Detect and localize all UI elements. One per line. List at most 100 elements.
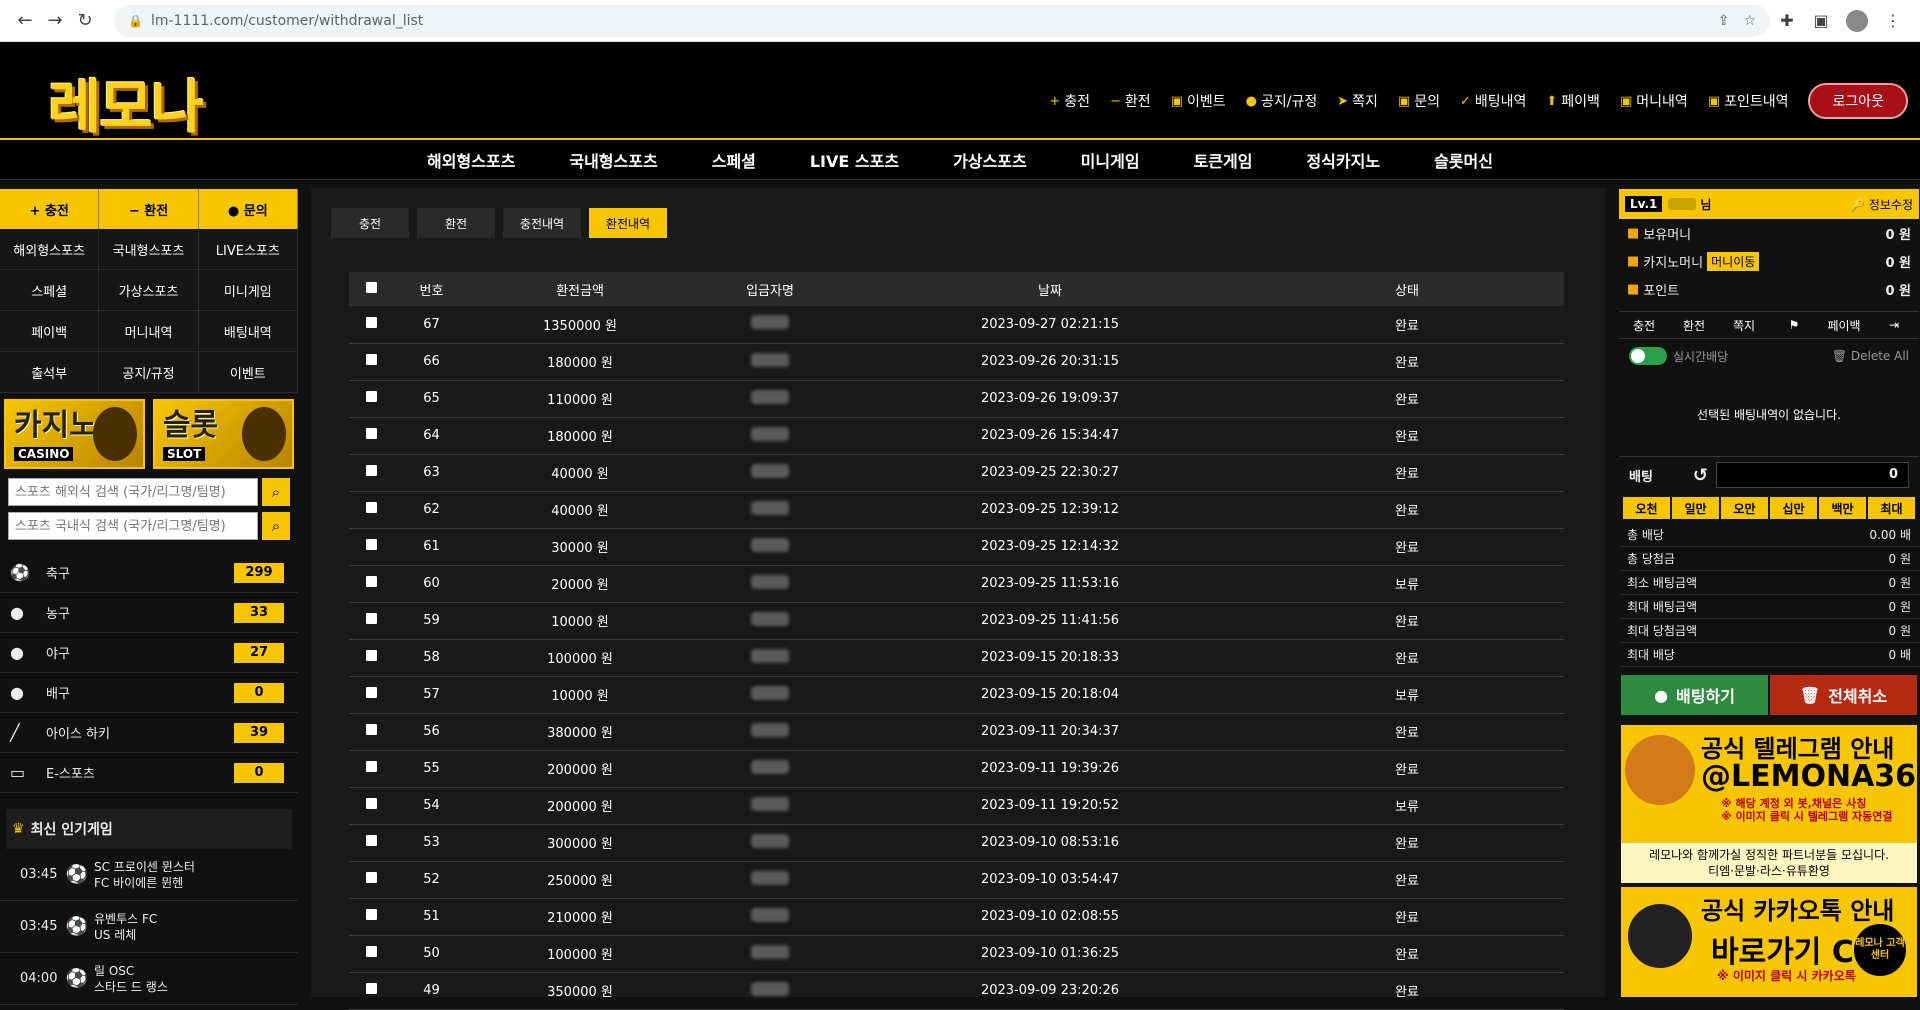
quick-button[interactable]: + 충전 [0, 189, 100, 229]
row-checkbox[interactable] [365, 724, 377, 735]
top-menu-item[interactable]: ➤ 쪽지 [1337, 91, 1378, 111]
reload-icon[interactable]: ↻ [70, 10, 100, 31]
table-row[interactable]: 57 10000 원 2023-09-15 20:18:04 보류 [349, 676, 1564, 714]
row-checkbox[interactable] [365, 576, 377, 587]
table-row[interactable]: 58 100000 원 2023-09-15 20:18:33 완료 [349, 639, 1564, 677]
table-row[interactable]: 56 380000 원 2023-09-11 20:34:37 완료 [349, 713, 1564, 751]
row-checkbox[interactable] [365, 983, 377, 994]
left-menu-item[interactable]: 이벤트 [198, 352, 298, 393]
amount-button[interactable]: 일만 [1672, 497, 1719, 519]
table-row[interactable]: 49 350000 원 2023-09-09 23:20:26 완료 [349, 972, 1564, 1010]
row-checkbox[interactable] [365, 650, 377, 661]
table-row[interactable]: 59 10000 원 2023-09-25 11:41:56 완료 [349, 602, 1564, 640]
reset-icon[interactable]: ↺ [1693, 465, 1708, 486]
sport-row[interactable]: ╱ 아이스 하키 39 [0, 713, 298, 753]
site-logo[interactable]: 레모나 [48, 60, 204, 144]
amount-button[interactable]: 오만 [1721, 497, 1768, 519]
sport-row[interactable]: ● 농구 33 [0, 593, 298, 633]
action-bar-item[interactable]: 환전 [1669, 317, 1719, 334]
top-menu-item[interactable]: + 충전 [1049, 91, 1090, 111]
main-nav-item[interactable]: 토큰게임 [1167, 148, 1280, 172]
tab-deposit[interactable]: 충전 [331, 208, 409, 238]
row-checkbox[interactable] [365, 428, 377, 439]
main-nav-item[interactable]: 미니게임 [1054, 148, 1167, 172]
row-checkbox[interactable] [365, 613, 377, 624]
table-row[interactable]: 55 200000 원 2023-09-11 19:39:26 완료 [349, 750, 1564, 788]
table-row[interactable]: 60 20000 원 2023-09-25 11:53:16 보류 [349, 565, 1564, 603]
realtime-toggle[interactable] [1629, 347, 1667, 365]
share-icon[interactable]: ⇪ [1718, 13, 1730, 29]
table-row[interactable]: 53 300000 원 2023-09-10 08:53:16 완료 [349, 824, 1564, 862]
amount-button[interactable]: 십만 [1770, 497, 1817, 519]
game-row[interactable]: 04:00 ⚽ 릴 OSC 스타드 드 랭스 [0, 953, 298, 1005]
table-row[interactable]: 67 1350000 원 2023-09-27 02:21:15 완료 [349, 306, 1564, 344]
table-row[interactable]: 66 180000 원 2023-09-26 20:31:15 완료 [349, 343, 1564, 381]
table-row[interactable]: 52 250000 원 2023-09-10 03:54:47 완료 [349, 861, 1564, 899]
table-row[interactable]: 65 110000 원 2023-09-26 19:09:37 완료 [349, 380, 1564, 418]
left-menu-item[interactable]: 페이백 [0, 311, 100, 352]
casino-banner[interactable]: 카지노 CASINO [4, 399, 145, 469]
top-menu-item[interactable]: ● 공지/규정 [1246, 91, 1318, 111]
place-bet-button[interactable]: ● 배팅하기 [1621, 675, 1768, 715]
profile-avatar[interactable] [1846, 9, 1868, 32]
select-all-checkbox[interactable] [365, 281, 377, 293]
action-bar-item[interactable]: ⚑ [1769, 318, 1819, 332]
bookmark-star-icon[interactable]: ☆ [1743, 13, 1756, 29]
left-menu-item[interactable]: 해외형스포츠 [0, 229, 100, 270]
table-row[interactable]: 50 100000 원 2023-09-10 01:36:25 완료 [349, 935, 1564, 973]
action-bar-item[interactable]: 쪽지 [1719, 317, 1769, 334]
telegram-promo-banner[interactable]: 공식 텔레그램 안내 @LEMONA365 ※ 해당 계정 외 봇,채널은 사칭… [1621, 725, 1917, 883]
left-menu-item[interactable]: 배팅내역 [198, 311, 298, 352]
row-checkbox[interactable] [365, 316, 377, 328]
delete-all-button[interactable]: 🗑 Delete All [1832, 349, 1909, 363]
row-checkbox[interactable] [365, 539, 377, 550]
row-checkbox[interactable] [365, 909, 377, 920]
main-nav-item[interactable]: 슬롯머신 [1407, 148, 1520, 172]
top-menu-item[interactable]: ▣ 문의 [1398, 91, 1440, 111]
table-row[interactable]: 62 40000 원 2023-09-25 12:39:12 완료 [349, 491, 1564, 529]
main-nav-item[interactable]: 가상스포츠 [926, 148, 1054, 172]
kakaotalk-promo-banner[interactable]: 공식 카카오톡 안내 바로가기 CL ※ 이미지 클릭 시 카카오톡 레모나 고… [1621, 887, 1917, 997]
left-menu-item[interactable]: 출석부 [0, 352, 100, 393]
row-checkbox[interactable] [365, 872, 377, 883]
left-menu-item[interactable]: LIVE스포츠 [198, 229, 298, 270]
search-domestic-input[interactable] [8, 512, 258, 540]
row-checkbox[interactable] [365, 465, 377, 476]
table-row[interactable]: 63 40000 원 2023-09-25 22:30:27 완료 [349, 454, 1564, 492]
main-nav-item[interactable]: 해외형스포츠 [400, 148, 542, 172]
sport-row[interactable]: ⚽ 축구 299 [0, 553, 298, 593]
tab-deposit-history[interactable]: 충전내역 [503, 208, 581, 238]
game-row[interactable]: 03:45 ⚽ 유벤투스 FC US 레체 [0, 901, 298, 953]
top-menu-item[interactable]: ⬆ 페이백 [1546, 91, 1600, 111]
top-menu-item[interactable]: ▣ 포인트내역 [1708, 91, 1789, 111]
sport-row[interactable]: ▭ E-스포츠 0 [0, 753, 298, 793]
address-bar[interactable]: 🔒 lm-1111.com/customer/withdrawal_list ⇪… [114, 4, 1770, 37]
row-checkbox[interactable] [365, 391, 377, 402]
amount-button[interactable]: 오천 [1623, 497, 1670, 519]
row-checkbox[interactable] [365, 798, 377, 809]
sport-row[interactable]: ● 배구 0 [0, 673, 298, 713]
sidepanel-icon[interactable]: ▣ [1804, 11, 1838, 30]
quick-button[interactable]: − 환전 [99, 189, 199, 229]
action-bar-item[interactable]: ⇥ [1869, 318, 1919, 332]
table-row[interactable]: 64 180000 원 2023-09-26 15:34:47 완료 [349, 417, 1564, 455]
top-menu-item[interactable]: ▣ 머니내역 [1620, 91, 1688, 111]
top-menu-item[interactable]: ▣ 이벤트 [1171, 91, 1226, 111]
table-row[interactable]: 51 210000 원 2023-09-10 02:08:55 완료 [349, 898, 1564, 936]
forward-icon[interactable]: → [40, 10, 70, 31]
left-menu-item[interactable]: 스페셜 [0, 270, 100, 311]
left-menu-item[interactable]: 국내형스포츠 [99, 229, 199, 270]
logout-button[interactable]: 로그아웃 [1808, 83, 1908, 119]
search-icon[interactable]: ⌕ [262, 512, 290, 540]
edit-profile-link[interactable]: 🔑 정보수정 [1850, 196, 1913, 213]
main-nav-item[interactable]: 스페셜 [685, 148, 783, 172]
bet-amount-input[interactable]: 0 [1716, 462, 1909, 488]
top-menu-item[interactable]: ✓ 배팅내역 [1460, 91, 1526, 111]
game-row[interactable]: 03:45 ⚽ SC 프로이센 뮌스터 FC 바이에른 뮌헨 [0, 849, 298, 901]
cancel-all-button[interactable]: 🗑 전체취소 [1770, 675, 1917, 715]
left-menu-item[interactable]: 머니내역 [99, 311, 199, 352]
row-checkbox[interactable] [365, 502, 377, 513]
search-foreign-input[interactable] [8, 478, 258, 506]
sport-row[interactable]: ● 야구 27 [0, 633, 298, 673]
customer-center-badge[interactable]: 레모나 고객센터 [1851, 921, 1909, 979]
